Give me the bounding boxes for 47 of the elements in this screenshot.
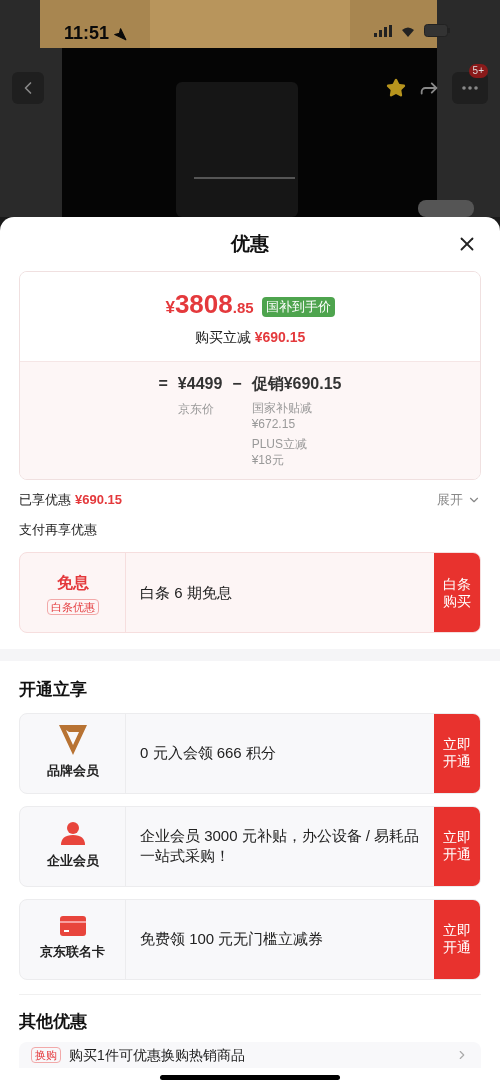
offer-tag: 白条优惠 xyxy=(46,598,99,615)
discount-label: 购买立减 xyxy=(194,327,251,347)
more-icon xyxy=(462,86,478,90)
back-button[interactable] xyxy=(12,72,44,104)
offer-text: 购买1件可优惠换购热销商品 xyxy=(69,1045,246,1065)
person-icon xyxy=(59,821,86,846)
action-button[interactable]: 立即开通 xyxy=(434,713,480,793)
enjoyed-label: 已享优惠 xyxy=(19,491,71,510)
section-title: 其他优惠 xyxy=(19,1010,88,1033)
action-button[interactable]: 白条购买 xyxy=(434,553,480,632)
promo-item-value: ¥672.15 xyxy=(251,416,297,432)
member-name: 京东联名卡 xyxy=(40,943,105,962)
base-price: ¥4499 xyxy=(177,374,223,394)
favorite-star-icon[interactable] xyxy=(386,78,406,98)
expand-toggle[interactable]: 展开 xyxy=(437,490,481,510)
offer-description: 0 元入会领 666 积分 xyxy=(139,743,277,763)
member-name: 企业会员 xyxy=(46,852,99,871)
offer-description: 白条 6 期免息 xyxy=(139,582,233,603)
location-icon xyxy=(113,26,128,41)
section-title: 开通立享 xyxy=(19,679,88,701)
status-time: 11:51 xyxy=(64,22,110,45)
promo-item-value: ¥18元 xyxy=(251,452,285,468)
sheet-title: 优惠 xyxy=(231,231,269,256)
promo-item-name: 国家补贴减 xyxy=(251,400,313,416)
offer-description: 免费领 100 元无门槛立减券 xyxy=(139,929,325,949)
more-button[interactable] xyxy=(452,72,488,104)
base-price-label: 京东价 xyxy=(178,401,216,418)
action-button[interactable]: 立即开通 xyxy=(434,806,480,886)
promo-item-name: PLUS立减 xyxy=(251,436,309,452)
promo-total: 促销¥690.15 xyxy=(251,374,342,394)
enjoyed-value: ¥690.15 xyxy=(75,491,122,510)
minus-sign: − xyxy=(232,374,242,394)
member-name: 品牌会员 xyxy=(46,762,99,781)
battery-icon xyxy=(424,24,450,37)
offer-description: 企业会员 3000 元补贴，办公设备 / 易耗品一站式采购！ xyxy=(139,826,421,866)
discount-value: ¥690.15 xyxy=(254,327,306,347)
action-button[interactable]: 立即开通 xyxy=(434,899,480,979)
section-subtitle: 支付再享优惠 xyxy=(19,521,98,539)
card-icon xyxy=(59,916,86,937)
offer-tag: 换购 xyxy=(31,1047,61,1063)
v-logo-icon xyxy=(58,725,87,756)
equals-sign: = xyxy=(158,374,168,394)
final-price: ¥3808.85 xyxy=(165,290,254,321)
other-offer-row[interactable]: 换购 购买1件可优惠换购热销商品 xyxy=(19,1042,481,1068)
price-tag: 国补到手价 xyxy=(261,296,335,317)
signal-icon xyxy=(374,24,392,37)
offer-title: 免息 xyxy=(56,572,89,593)
